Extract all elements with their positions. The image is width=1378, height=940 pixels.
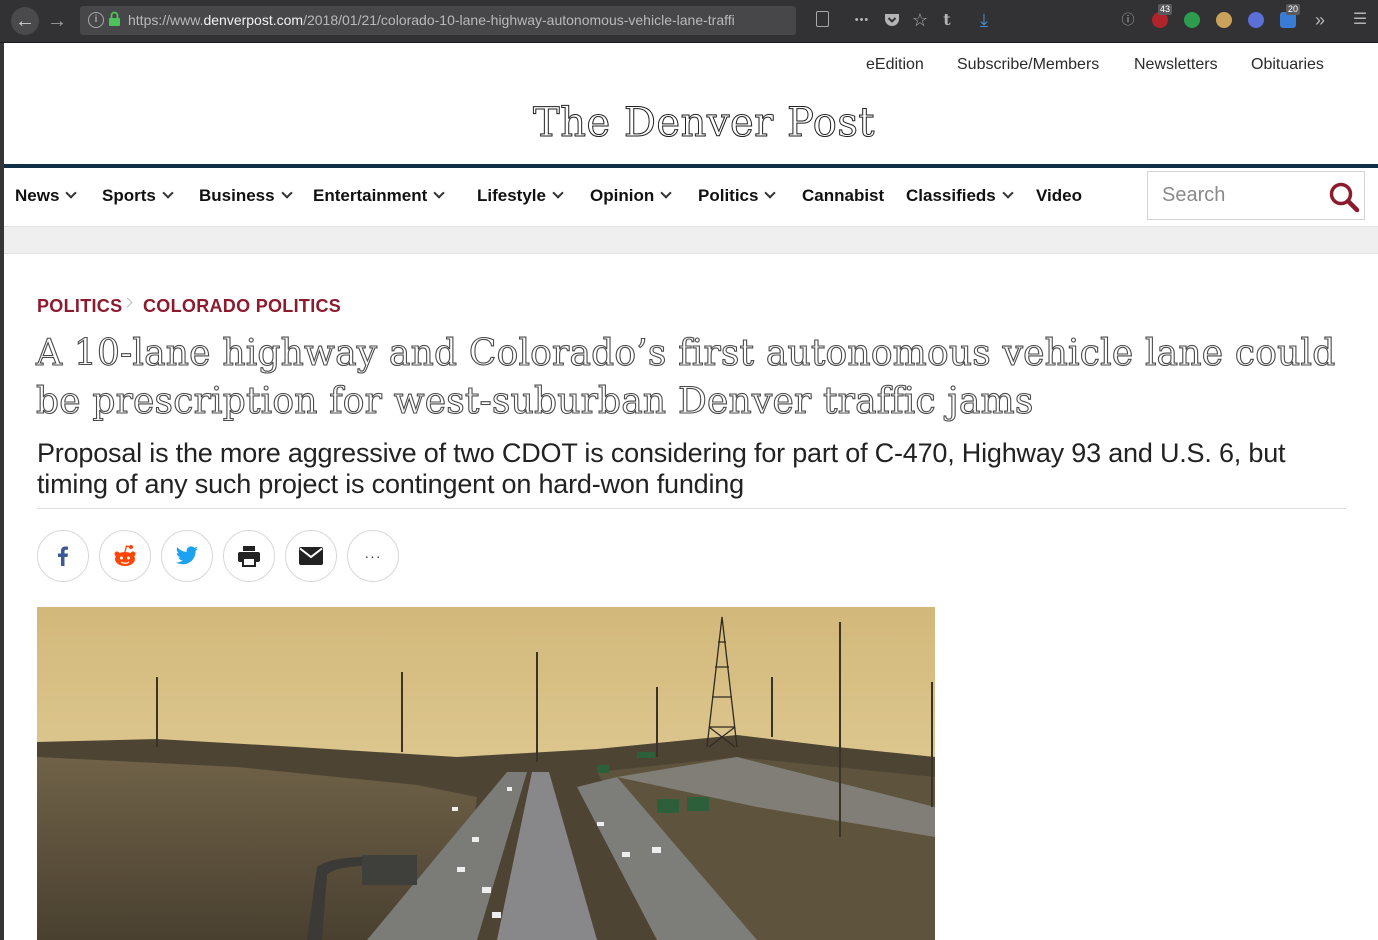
ublock-badge: 43 [1158, 4, 1173, 15]
breadcrumb-colorado-politics[interactable]: COLORADO POLITICS [143, 296, 341, 317]
nav-label: Politics [698, 186, 759, 205]
nav-item-politics[interactable]: Politics [698, 186, 777, 206]
nav-label: Business [199, 186, 275, 205]
ad-strip [4, 226, 1378, 254]
chevron-down-icon [764, 187, 777, 199]
share-twitter-button[interactable] [161, 530, 213, 582]
nav-item-lifestyle[interactable]: Lifestyle [477, 186, 564, 206]
breadcrumb-chevron-icon [122, 297, 133, 308]
reddit-icon [114, 545, 136, 566]
util-link-obituaries[interactable]: Obituaries [1251, 56, 1324, 74]
nav-item-opinion[interactable]: Opinion [590, 186, 672, 206]
nav-item-sports[interactable]: Sports [102, 186, 174, 206]
headline-divider [37, 508, 1346, 509]
nav-label: Classifieds [906, 186, 996, 205]
nav-item-classifieds[interactable]: Classifieds [906, 186, 1014, 206]
nav-item-video[interactable]: Video [1036, 186, 1082, 206]
article-photo[interactable] [37, 607, 935, 940]
back-button[interactable]: ← [11, 7, 39, 35]
printer-icon [238, 546, 260, 567]
denver-post-logo[interactable]: The Denver Post [524, 94, 884, 147]
nav-item-news[interactable]: News [15, 186, 78, 206]
share-email-button[interactable] [285, 530, 337, 582]
share-facebook-button[interactable] [37, 530, 89, 582]
forward-button[interactable]: → [43, 7, 71, 35]
nav-label: Lifestyle [477, 186, 546, 205]
search-icon[interactable] [1328, 181, 1360, 213]
extension-info-icon[interactable]: ⓘ [1118, 10, 1138, 30]
article-dek: Proposal is the more aggressive of two C… [37, 438, 1286, 499]
print-button[interactable] [223, 530, 275, 582]
util-link-eedition[interactable]: eEdition [866, 56, 924, 74]
nav-item-business[interactable]: Business [199, 186, 293, 206]
download-icon[interactable]: ⤓ [974, 10, 994, 30]
search-box [1147, 171, 1365, 220]
nav-label: Video [1036, 186, 1082, 205]
cookie-icon[interactable] [1216, 12, 1232, 28]
nav-label: Cannabist [802, 186, 885, 205]
info-icon[interactable]: i [88, 12, 104, 28]
window-edge [0, 43, 4, 940]
browser-toolbar: ← → i https://www.denverpost.com/2018/01… [0, 0, 1378, 43]
reader-view-icon[interactable] [816, 11, 829, 27]
chevron-down-icon [433, 187, 445, 199]
email-icon [299, 547, 323, 565]
tumblr-icon[interactable]: t [937, 10, 957, 30]
bookmark-star-icon[interactable]: ☆ [910, 10, 930, 30]
more-actions-icon[interactable]: ••• [852, 10, 872, 30]
extension-green-icon[interactable] [1184, 12, 1200, 28]
chevron-down-icon [1002, 187, 1014, 199]
nav-label: Opinion [590, 186, 655, 205]
chevron-down-icon [660, 187, 672, 199]
nav-top-rule [4, 164, 1378, 168]
chevron-down-icon [162, 187, 174, 199]
twitter-icon [175, 546, 198, 565]
breadcrumb-politics[interactable]: POLITICS [37, 296, 122, 317]
address-bar[interactable]: i https://www.denverpost.com/2018/01/21/… [80, 6, 796, 35]
svg-text:The Denver Post: The Denver Post [533, 100, 875, 146]
overflow-chevron-icon[interactable]: » [1310, 10, 1330, 30]
util-link-subscribe[interactable]: Subscribe/Members [957, 56, 1099, 74]
article-headline: A 10-lane highway and Colorado’s first a… [35, 332, 1336, 422]
nav-label: News [15, 186, 60, 205]
nav-item-cannabist[interactable]: Cannabist [802, 186, 884, 206]
more-share-button[interactable]: ··· [347, 530, 399, 582]
nav-label: Sports [102, 186, 156, 205]
chevron-down-icon [280, 187, 293, 199]
search-input[interactable] [1148, 172, 1318, 219]
chevron-down-icon [552, 187, 564, 199]
share-reddit-button[interactable] [99, 530, 151, 582]
pocket-icon[interactable] [882, 10, 902, 30]
hamburger-menu-icon[interactable]: ☰ [1350, 10, 1370, 30]
url-text[interactable]: https://www.denverpost.com/2018/01/21/co… [128, 12, 788, 28]
nav-label: Entertainment [313, 186, 428, 205]
nav-item-entertainment[interactable]: Entertainment [313, 186, 445, 206]
extension-blue-icon[interactable] [1248, 12, 1264, 28]
extension-badge: 20 [1286, 4, 1301, 15]
facebook-icon [58, 546, 68, 566]
util-link-newsletters[interactable]: Newsletters [1134, 56, 1218, 74]
chevron-down-icon [65, 187, 78, 199]
lock-icon [109, 11, 120, 26]
